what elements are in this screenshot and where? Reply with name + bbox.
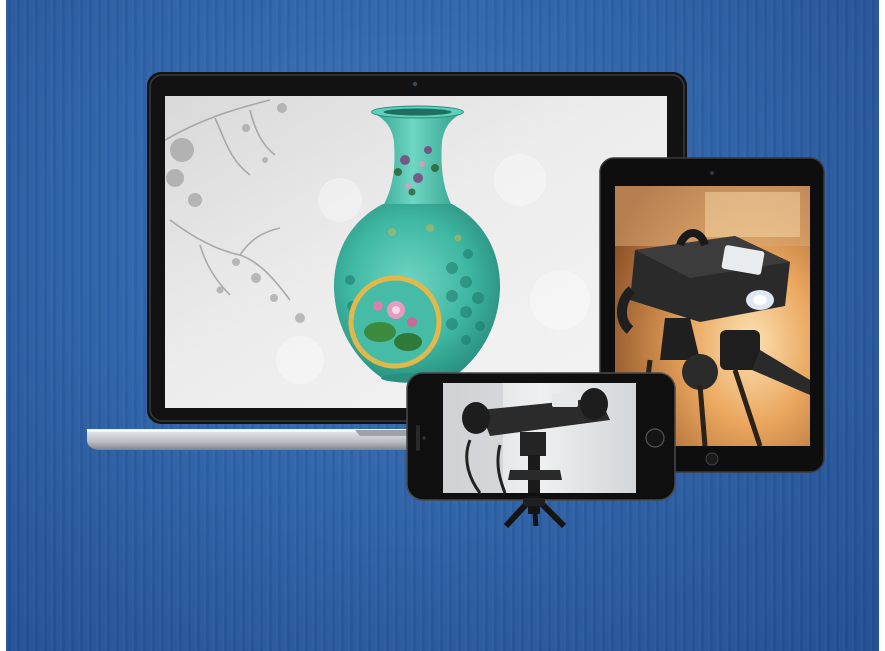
tablet-home-button (705, 452, 719, 466)
laptop-camera (412, 81, 418, 87)
phone-camera (422, 436, 426, 440)
phone (406, 372, 676, 501)
phone-screen (443, 383, 636, 493)
tablet-camera (710, 171, 714, 175)
product-showcase (0, 0, 885, 651)
gold-medallion (348, 275, 442, 369)
devices-illustration (87, 72, 825, 529)
phone-home-button (645, 428, 665, 448)
laptop-screen (165, 96, 667, 408)
phone-speaker (416, 425, 420, 451)
